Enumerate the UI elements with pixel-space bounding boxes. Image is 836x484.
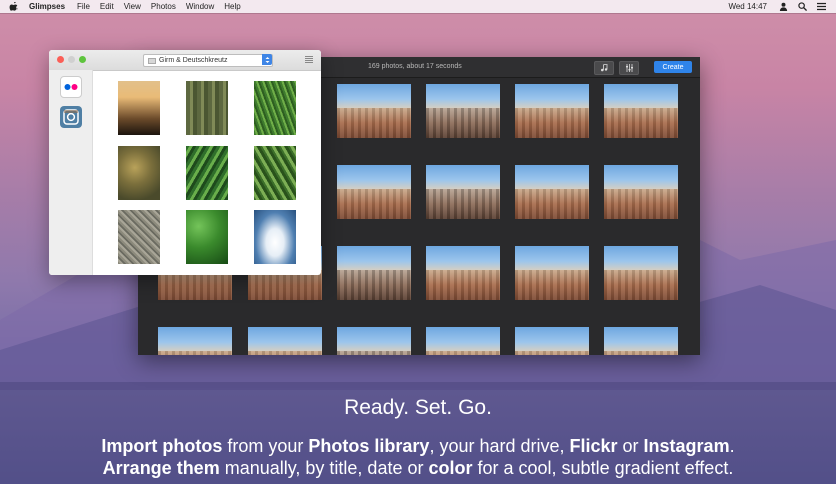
photo-thumb[interactable] bbox=[248, 327, 322, 355]
minimize-window-button[interactable] bbox=[68, 56, 75, 63]
create-button[interactable]: Create bbox=[654, 61, 692, 73]
caption-text: , your hard drive, bbox=[429, 436, 570, 456]
photo-thumb[interactable] bbox=[426, 327, 500, 355]
photo-thumb[interactable] bbox=[604, 327, 678, 355]
photo-thumb[interactable] bbox=[515, 84, 589, 138]
import-photo-thumb[interactable] bbox=[254, 81, 296, 135]
menu-app-name[interactable]: Glimpses bbox=[29, 2, 65, 11]
album-select[interactable]: Girm & Deutschkreutz bbox=[143, 54, 273, 67]
caption-bold: Flickr bbox=[569, 436, 618, 456]
photo-thumb[interactable] bbox=[426, 84, 500, 138]
import-photo-thumb[interactable] bbox=[254, 146, 296, 200]
photo-thumb[interactable] bbox=[337, 84, 411, 138]
album-folder-icon bbox=[148, 57, 156, 64]
caption-bold: Import photos bbox=[101, 436, 223, 456]
import-photo-thumb[interactable] bbox=[186, 81, 228, 135]
import-photo-thumb[interactable] bbox=[118, 146, 160, 200]
photo-thumb[interactable] bbox=[604, 246, 678, 300]
caption-text: for a cool, subtle gradient effect. bbox=[472, 458, 734, 478]
caption-line-2: Arrange them manually, by title, date or… bbox=[0, 458, 836, 479]
import-panel-titlebar: Girm & Deutschkreutz bbox=[49, 50, 321, 71]
menu-view[interactable]: View bbox=[124, 2, 141, 11]
user-icon[interactable] bbox=[779, 2, 788, 11]
menu-bar: Glimpses File Edit View Photos Window He… bbox=[0, 0, 836, 13]
photo-thumb[interactable] bbox=[426, 165, 500, 219]
import-photo-thumb[interactable] bbox=[118, 210, 160, 264]
menu-file[interactable]: File bbox=[77, 2, 90, 11]
caption-bold: Arrange them bbox=[102, 458, 220, 478]
instagram-icon bbox=[63, 109, 79, 125]
import-photo-thumb[interactable] bbox=[186, 210, 228, 264]
menu-photos[interactable]: Photos bbox=[151, 2, 176, 11]
photo-thumb[interactable] bbox=[515, 246, 589, 300]
photo-thumb[interactable] bbox=[604, 84, 678, 138]
menu-clock[interactable]: Wed 14:47 bbox=[728, 2, 767, 11]
caption-text: manually, by title, date or bbox=[219, 458, 429, 478]
music-button[interactable] bbox=[594, 61, 614, 75]
adjust-button[interactable] bbox=[619, 61, 639, 75]
photo-count-info: 169 photos, about 17 seconds bbox=[368, 63, 462, 70]
caption-bold: Photos library bbox=[308, 436, 430, 456]
photo-thumb[interactable] bbox=[158, 327, 232, 355]
promo-caption: Ready. Set. Go. Import photos from your … bbox=[0, 382, 836, 484]
photo-thumb[interactable] bbox=[337, 165, 411, 219]
import-photo-thumb[interactable] bbox=[186, 146, 228, 200]
caption-text: . bbox=[729, 436, 735, 456]
album-select-value: Girm & Deutschkreutz bbox=[159, 57, 228, 64]
apple-icon[interactable] bbox=[9, 1, 19, 12]
flickr-icon bbox=[64, 84, 78, 90]
import-photo-thumb[interactable] bbox=[118, 81, 160, 135]
caption-text: or bbox=[617, 436, 644, 456]
instagram-source-button[interactable] bbox=[60, 106, 82, 128]
import-panel: Girm & Deutschkreutz bbox=[49, 50, 321, 275]
search-icon[interactable] bbox=[798, 2, 807, 11]
caption-text: from your bbox=[222, 436, 309, 456]
sliders-icon bbox=[625, 64, 633, 72]
photo-thumb[interactable] bbox=[337, 327, 411, 355]
photo-thumb[interactable] bbox=[515, 327, 589, 355]
list-view-icon[interactable] bbox=[305, 56, 313, 63]
caption-bold: color bbox=[428, 458, 473, 478]
caption-line-1: Import photos from your Photos library, … bbox=[0, 436, 836, 457]
flickr-source-button[interactable] bbox=[60, 76, 82, 98]
menu-help[interactable]: Help bbox=[224, 2, 240, 11]
music-note-icon bbox=[601, 64, 608, 72]
list-menu-icon[interactable] bbox=[817, 2, 826, 11]
select-arrows-icon bbox=[262, 54, 272, 65]
menu-window[interactable]: Window bbox=[186, 2, 214, 11]
caption-bold: Instagram bbox=[643, 436, 730, 456]
menu-edit[interactable]: Edit bbox=[100, 2, 114, 11]
zoom-window-button[interactable] bbox=[79, 56, 86, 63]
photo-thumb[interactable] bbox=[515, 165, 589, 219]
close-window-button[interactable] bbox=[57, 56, 64, 63]
source-sidebar bbox=[49, 70, 93, 275]
photo-thumb[interactable] bbox=[604, 165, 678, 219]
photo-thumb[interactable] bbox=[337, 246, 411, 300]
import-photo-thumb[interactable] bbox=[254, 210, 296, 264]
caption-headline: Ready. Set. Go. bbox=[344, 396, 492, 419]
photo-thumb[interactable] bbox=[426, 246, 500, 300]
